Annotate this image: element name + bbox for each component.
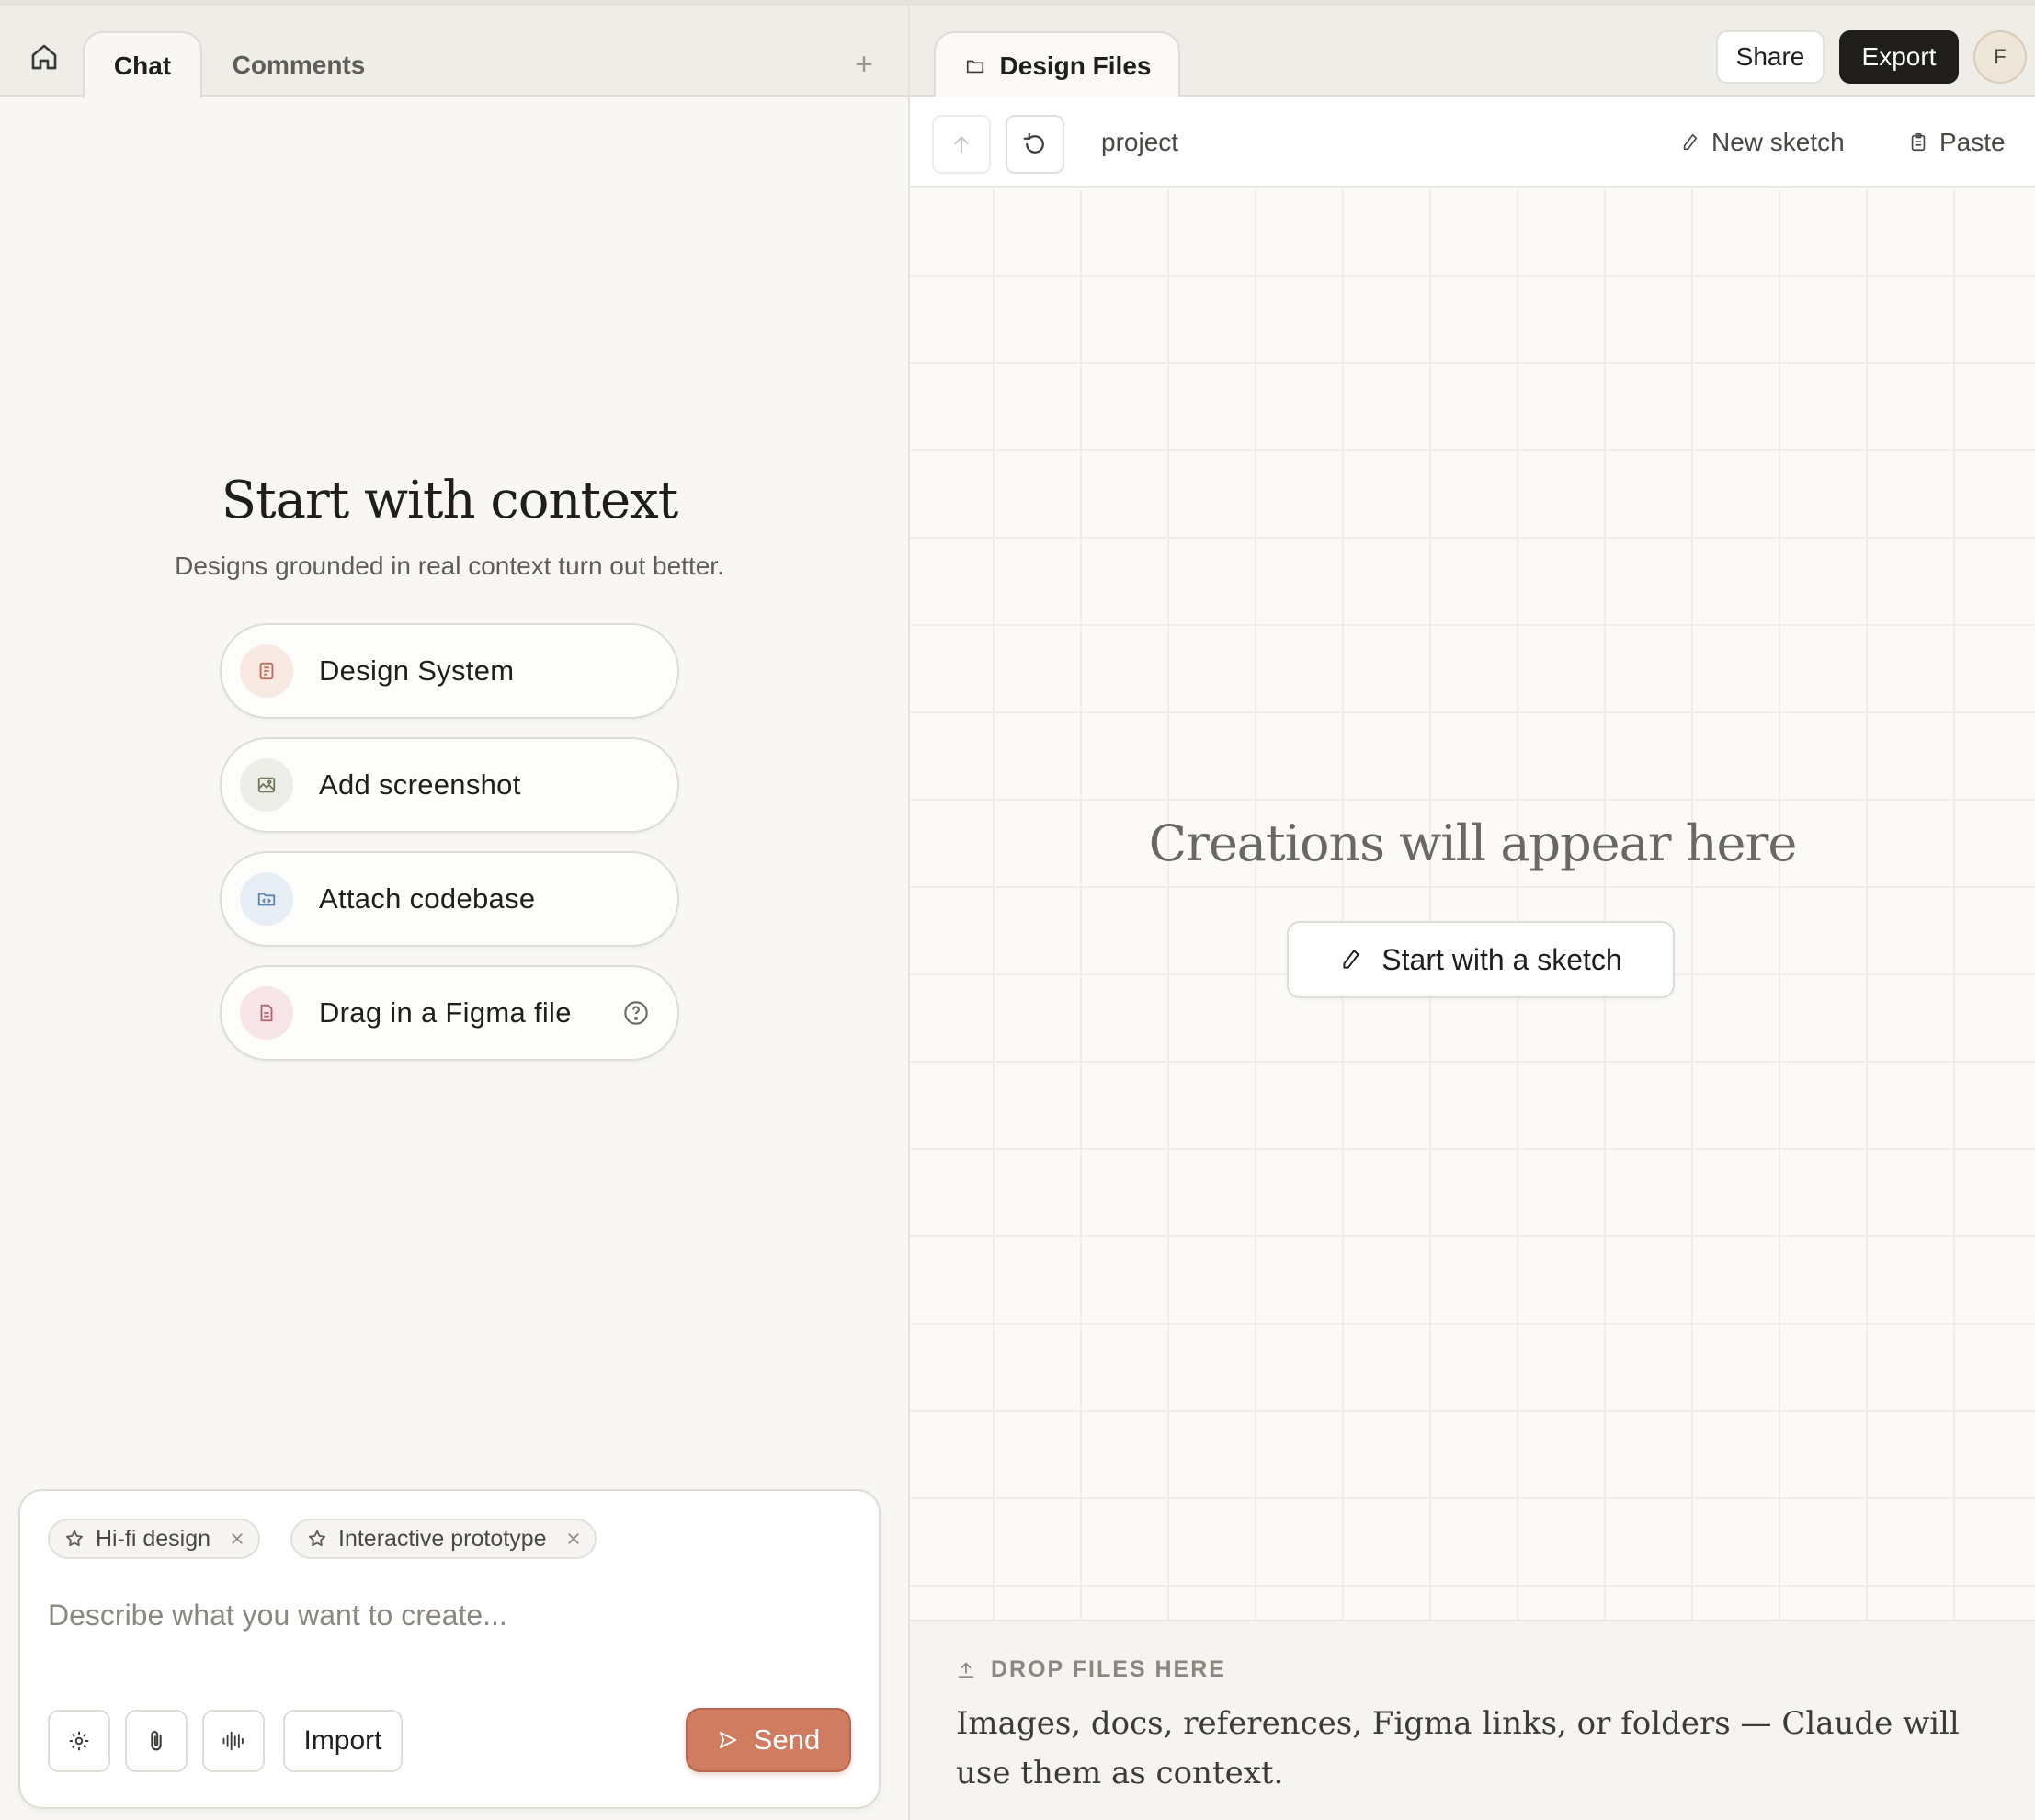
tab-chat[interactable]: Chat	[83, 31, 202, 98]
start-sketch-button[interactable]: Start with a sketch	[1287, 921, 1675, 998]
breadcrumb[interactable]: project	[1101, 128, 1178, 157]
code-folder-icon	[240, 872, 293, 926]
tab-design-files[interactable]: Design Files	[934, 31, 1180, 98]
upload-icon	[956, 1660, 976, 1680]
voice-waveform-icon	[220, 1728, 247, 1754]
design-files-panel: Design Files Share Export F project New …	[910, 6, 2035, 1820]
export-label: Export	[1861, 42, 1937, 71]
star-icon	[64, 1529, 85, 1549]
new-sketch-label: New sketch	[1711, 128, 1845, 156]
file-icon	[240, 986, 293, 1040]
files-tabbar: Design Files Share Export F	[910, 6, 2035, 98]
tab-comments-label: Comments	[232, 50, 366, 79]
voice-button[interactable]	[202, 1710, 265, 1772]
figma-file-button[interactable]: Drag in a Figma file	[220, 965, 679, 1061]
design-system-icon	[240, 644, 293, 698]
folder-icon	[963, 56, 987, 76]
remove-chip-icon[interactable]	[565, 1530, 582, 1547]
send-label: Send	[753, 1723, 821, 1756]
figma-file-label: Drag in a Figma file	[319, 996, 572, 1029]
app-window: Chat Comments + Start with context Desig…	[0, 0, 2035, 1820]
prompt-input[interactable]	[48, 1583, 838, 1647]
attach-codebase-button[interactable]: Attach codebase	[220, 851, 679, 947]
import-label: Import	[303, 1725, 382, 1756]
home-button[interactable]	[20, 33, 68, 81]
export-button[interactable]: Export	[1839, 30, 1959, 84]
chip-label: Interactive prototype	[338, 1525, 547, 1552]
chip-interactive-prototype[interactable]: Interactive prototype	[290, 1519, 597, 1559]
star-icon	[307, 1529, 327, 1549]
image-icon	[240, 758, 293, 812]
drop-zone-description: Images, docs, references, Figma links, o…	[956, 1705, 1960, 1792]
question-circle-icon[interactable]	[622, 999, 650, 1027]
paste-label: Paste	[1939, 128, 2006, 156]
settings-icon	[67, 1729, 91, 1753]
chip-hi-fi-design[interactable]: Hi-fi design	[48, 1519, 261, 1559]
composer: Hi-fi design Interactive prototype Descr…	[18, 1489, 881, 1809]
share-label: Share	[1735, 42, 1805, 71]
tab-comments[interactable]: Comments	[217, 31, 381, 98]
refresh-icon	[1021, 131, 1049, 158]
attach-codebase-label: Attach codebase	[319, 882, 536, 915]
drop-zone-heading-label: DROP FILES HERE	[991, 1656, 1226, 1682]
paperclip-icon	[143, 1728, 169, 1754]
chip-label: Hi-fi design	[96, 1525, 211, 1552]
home-icon	[29, 42, 59, 72]
empty-state-title: Creations will appear here	[1148, 814, 1798, 872]
chat-tabbar: Chat Comments +	[0, 6, 908, 98]
settings-button[interactable]	[48, 1710, 110, 1772]
drop-zone-heading: DROP FILES HERE	[956, 1656, 1226, 1683]
design-canvas[interactable]: Creations will appear here Start with a …	[910, 189, 2035, 1620]
send-button[interactable]: Send	[686, 1708, 851, 1772]
import-button[interactable]: Import	[283, 1710, 403, 1772]
paste-button[interactable]: Paste	[1908, 128, 2006, 157]
add-screenshot-button[interactable]: Add screenshot	[220, 737, 679, 833]
files-toolbar: project New sketch Paste	[910, 97, 2035, 188]
arrow-up-icon	[949, 132, 973, 156]
add-screenshot-label: Add screenshot	[319, 768, 521, 801]
up-directory-button[interactable]	[932, 115, 991, 174]
pencil-icon	[1680, 131, 1700, 154]
hero-subtitle: Designs grounded in real context turn ou…	[175, 552, 724, 580]
chat-panel: Chat Comments + Start with context Desig…	[0, 6, 908, 1820]
new-sketch-button[interactable]: New sketch	[1680, 128, 1845, 157]
pencil-icon	[1339, 946, 1363, 973]
tab-design-files-label: Design Files	[999, 51, 1152, 80]
design-system-button[interactable]: Design System	[220, 623, 679, 719]
avatar[interactable]: F	[1973, 30, 2027, 84]
drop-zone[interactable]: DROP FILES HERE Images, docs, references…	[910, 1620, 2035, 1820]
attach-button[interactable]	[125, 1710, 188, 1772]
remove-chip-icon[interactable]	[229, 1530, 245, 1547]
send-icon	[717, 1729, 739, 1751]
share-button[interactable]: Share	[1716, 30, 1825, 84]
tab-chat-label: Chat	[113, 51, 172, 80]
hero-title: Start with context	[221, 471, 678, 530]
clipboard-icon	[1908, 131, 1928, 154]
avatar-initial: F	[1994, 45, 2007, 68]
refresh-button[interactable]	[1006, 115, 1064, 174]
start-sketch-label: Start with a sketch	[1381, 942, 1622, 976]
add-tab-button[interactable]: +	[846, 46, 882, 83]
design-system-label: Design System	[319, 654, 515, 687]
